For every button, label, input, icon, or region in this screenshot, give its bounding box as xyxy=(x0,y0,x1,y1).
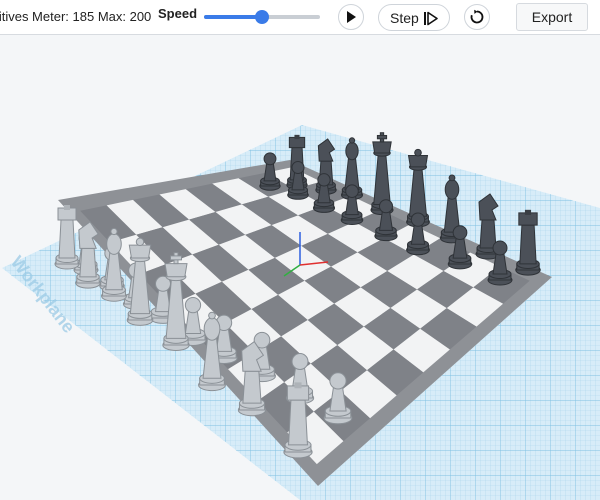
export-button[interactable]: Export xyxy=(516,3,588,31)
play-button[interactable] xyxy=(338,4,364,30)
reset-button[interactable] xyxy=(464,4,490,30)
step-button[interactable]: Step xyxy=(378,4,450,31)
speed-label: Speed xyxy=(158,6,198,21)
slider-thumb[interactable] xyxy=(255,10,269,24)
reset-icon xyxy=(470,9,484,24)
play-icon xyxy=(347,11,356,23)
primitives-meter: mitives Meter: 185 Max: 200 xyxy=(0,9,152,24)
slider-fill xyxy=(204,15,262,19)
speed-slider[interactable] xyxy=(204,10,320,24)
step-forward-icon xyxy=(424,11,438,26)
step-button-label: Step xyxy=(390,10,419,26)
toolbar: mitives Meter: 185 Max: 200 Speed Step E… xyxy=(0,0,600,35)
3d-viewport[interactable]: Workplane xyxy=(0,35,600,500)
